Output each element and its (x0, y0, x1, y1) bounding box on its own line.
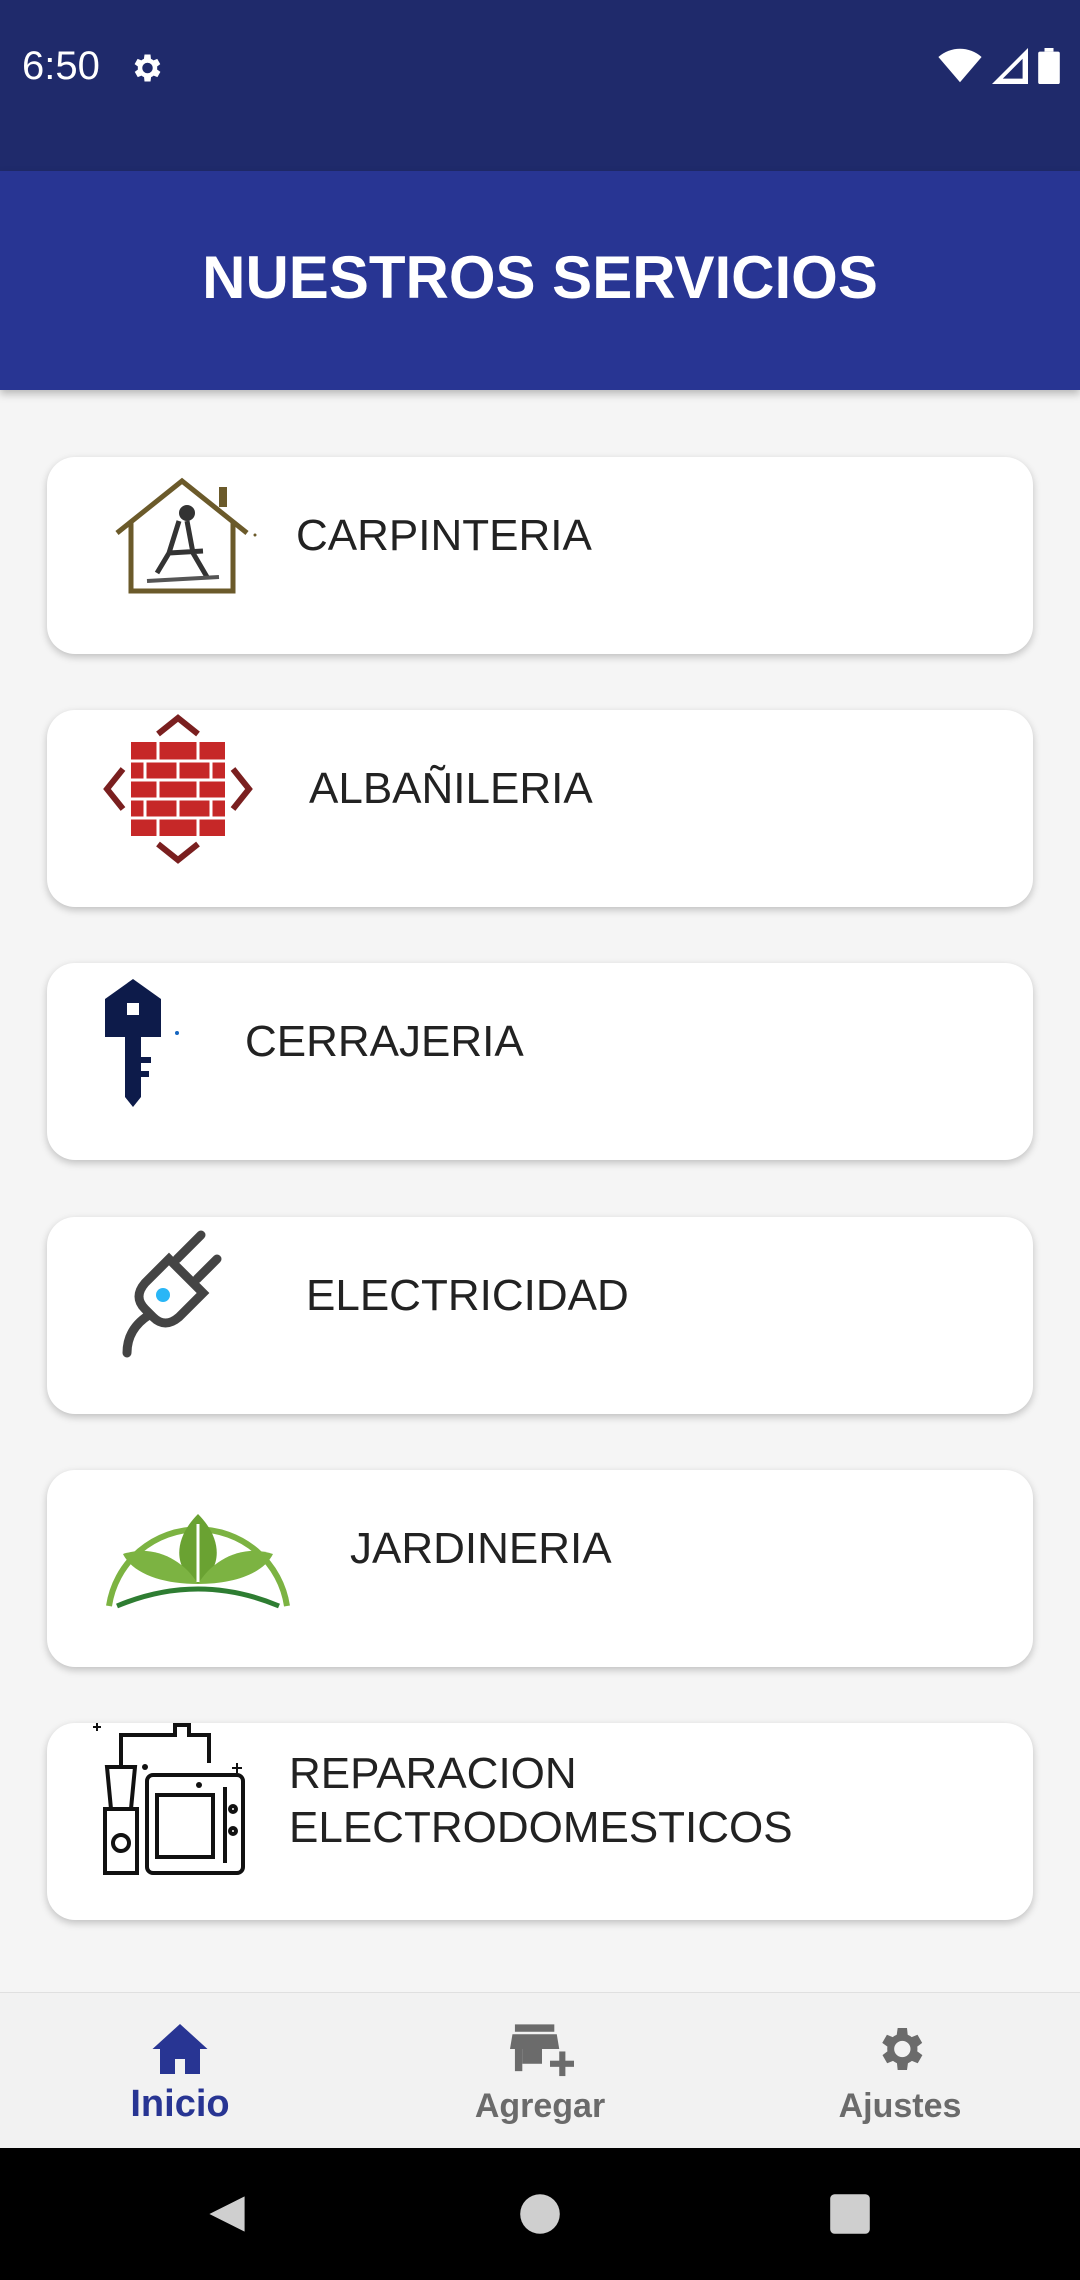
service-card-albanileria[interactable]: ALBAÑILERIA (47, 710, 1033, 907)
service-card-carpinteria[interactable]: CARPINTERIA (47, 457, 1033, 654)
nav-item-ajustes[interactable]: Ajustes (720, 1993, 1080, 2149)
services-list: CARPINTERIA ALBAÑILERIA CERRAJERIA ELECT… (0, 390, 1080, 1990)
service-card-electricidad[interactable]: ELECTRICIDAD (47, 1217, 1033, 1414)
back-icon[interactable] (205, 2192, 249, 2236)
nav-label: Inicio (130, 2083, 230, 2125)
carpenter-house-icon (115, 477, 257, 594)
nav-item-agregar[interactable]: Agregar (360, 1993, 720, 2149)
recents-icon[interactable] (828, 2192, 872, 2236)
system-navigation-bar (0, 2148, 1080, 2280)
gear-icon (134, 54, 161, 82)
wifi-icon (938, 48, 982, 83)
home-icon (152, 2024, 208, 2074)
house-key-icon (105, 979, 179, 1107)
bottom-navigation: Inicio Agregar Ajustes (0, 1992, 1080, 2149)
service-card-reparacion-electrodomesticos[interactable]: REPARACION ELECTRODOMESTICOS (47, 1723, 1033, 1920)
service-label: ELECTRICIDAD (306, 1271, 629, 1320)
service-card-cerrajeria[interactable]: CERRAJERIA (47, 963, 1033, 1160)
nav-label: Ajustes (838, 2087, 962, 2125)
cell-signal-icon (992, 48, 1028, 84)
service-label: JARDINERIA (350, 1524, 612, 1573)
service-label: CERRAJERIA (245, 1017, 524, 1066)
service-label: ALBAÑILERIA (309, 764, 593, 813)
status-time: 6:50 (22, 44, 100, 88)
settings-icon (882, 2028, 923, 2070)
status-bar: 6:50 (0, 0, 1080, 171)
home-circle-icon[interactable] (518, 2192, 562, 2236)
service-card-jardineria[interactable]: JARDINERIA (47, 1470, 1033, 1667)
appliances-icon (93, 1723, 245, 1875)
app-bar: NUESTROS SERVICIOS (0, 171, 1080, 390)
plug-icon (122, 1230, 222, 1358)
nav-item-inicio[interactable]: Inicio (0, 1993, 360, 2149)
service-label: REPARACION ELECTRODOMESTICOS (289, 1749, 793, 1852)
add-store-icon (510, 2024, 574, 2077)
leaves-icon (106, 1514, 290, 1609)
page-title: NUESTROS SERVICIOS (202, 244, 878, 311)
battery-icon (1038, 48, 1060, 84)
brick-wall-icon (103, 714, 253, 864)
service-label: CARPINTERIA (296, 511, 592, 560)
nav-label: Agregar (474, 2087, 606, 2125)
status-indicators (938, 48, 1060, 84)
